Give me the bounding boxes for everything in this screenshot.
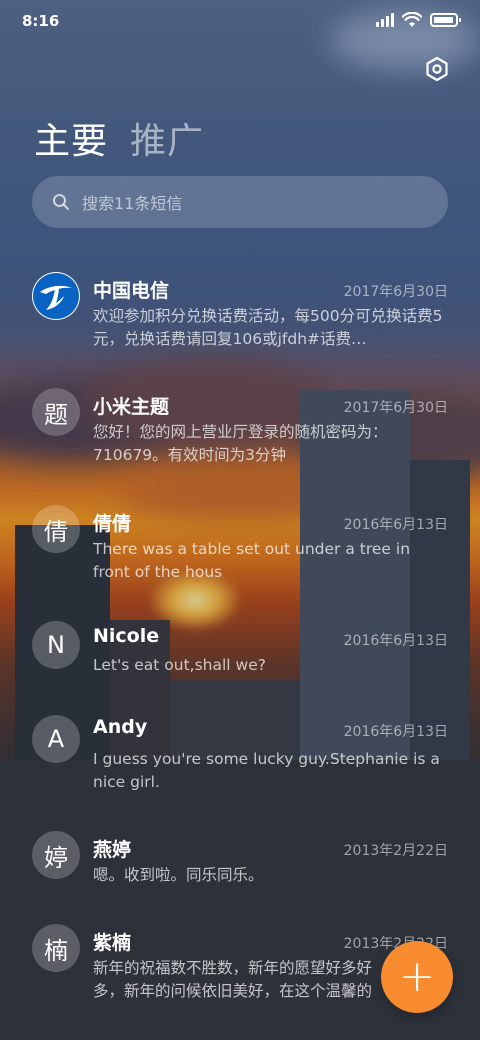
- signal-icon: [376, 13, 394, 27]
- wifi-icon: [402, 12, 422, 27]
- contact-name: 小米主题: [93, 396, 170, 418]
- message-preview: 您好！您的网上营业厅登录的随机密码为：710679。有效时间为3分钟: [93, 423, 388, 464]
- tab-promotions[interactable]: 推广: [130, 112, 204, 164]
- message-date: 2017年6月30日: [343, 284, 448, 300]
- battery-icon: [430, 13, 461, 27]
- contact-name: 紫楠: [93, 932, 132, 954]
- message-preview: I guess you're some lucky guy.Stephanie …: [93, 750, 440, 791]
- tab-bar: 主要 推广: [34, 112, 204, 164]
- contact-name: 燕婷: [93, 839, 132, 861]
- message-preview: 嗯。收到啦。同乐同乐。: [93, 866, 264, 884]
- new-message-button[interactable]: +: [381, 941, 453, 1013]
- contact-name: Andy: [93, 716, 148, 738]
- avatar: 题: [32, 388, 80, 436]
- conversation-item[interactable]: 婷 燕婷 2013年2月22日 嗯。收到啦。同乐同乐。: [0, 831, 480, 931]
- gear-icon[interactable]: [424, 56, 450, 82]
- message-date: 2016年6月13日: [343, 633, 448, 649]
- contact-name: 中国电信: [93, 280, 170, 302]
- message-date: 2016年6月13日: [343, 517, 448, 533]
- search-placeholder: 搜索11条短信: [82, 194, 183, 213]
- search-icon: [53, 194, 69, 210]
- contact-name: Nicole: [93, 625, 160, 647]
- conversation-item[interactable]: 倩 倩倩 2016年6月13日 There was a table set ou…: [0, 505, 480, 605]
- message-preview: 欢迎参加积分兑换话费活动，每500分可兑换话费5元，兑换话费请回复106或jfd…: [93, 307, 443, 348]
- status-time: 8:16: [22, 12, 60, 30]
- contact-name: 倩倩: [93, 513, 132, 535]
- plus-icon: +: [398, 951, 436, 1002]
- message-preview: 新年的祝福数不胜数，新年的愿望好多好多，新年的问候依旧美好，在这个温馨的时刻: [93, 959, 373, 1000]
- message-preview: Let's eat out,shall we?: [93, 656, 266, 674]
- message-date: 2016年6月13日: [343, 724, 448, 740]
- conversation-item[interactable]: 中国电信 2017年6月30日 欢迎参加积分兑换话费活动，每500分可兑换话费5…: [0, 262, 480, 362]
- conversation-item[interactable]: N Nicole 2016年6月13日 Let's eat out,shall …: [0, 621, 480, 721]
- conversation-item[interactable]: A Andy 2016年6月13日 I guess you're some lu…: [0, 715, 480, 815]
- avatar: 倩: [32, 505, 80, 553]
- avatar: A: [32, 715, 80, 763]
- search-input[interactable]: 搜索11条短信: [32, 176, 448, 228]
- message-date: 2013年2月22日: [343, 843, 448, 859]
- avatar: N: [32, 621, 80, 669]
- avatar: 婷: [32, 831, 80, 879]
- message-date: 2017年6月30日: [343, 400, 448, 416]
- conversation-item[interactable]: 题 小米主题 2017年6月30日 您好！您的网上营业厅登录的随机密码为：710…: [0, 379, 480, 479]
- tab-primary[interactable]: 主要: [34, 112, 108, 164]
- status-bar: 8:16: [0, 0, 480, 42]
- avatar: 楠: [32, 924, 80, 972]
- message-preview: There was a table set out under a tree i…: [93, 540, 411, 581]
- china-telecom-logo-icon: [32, 272, 80, 320]
